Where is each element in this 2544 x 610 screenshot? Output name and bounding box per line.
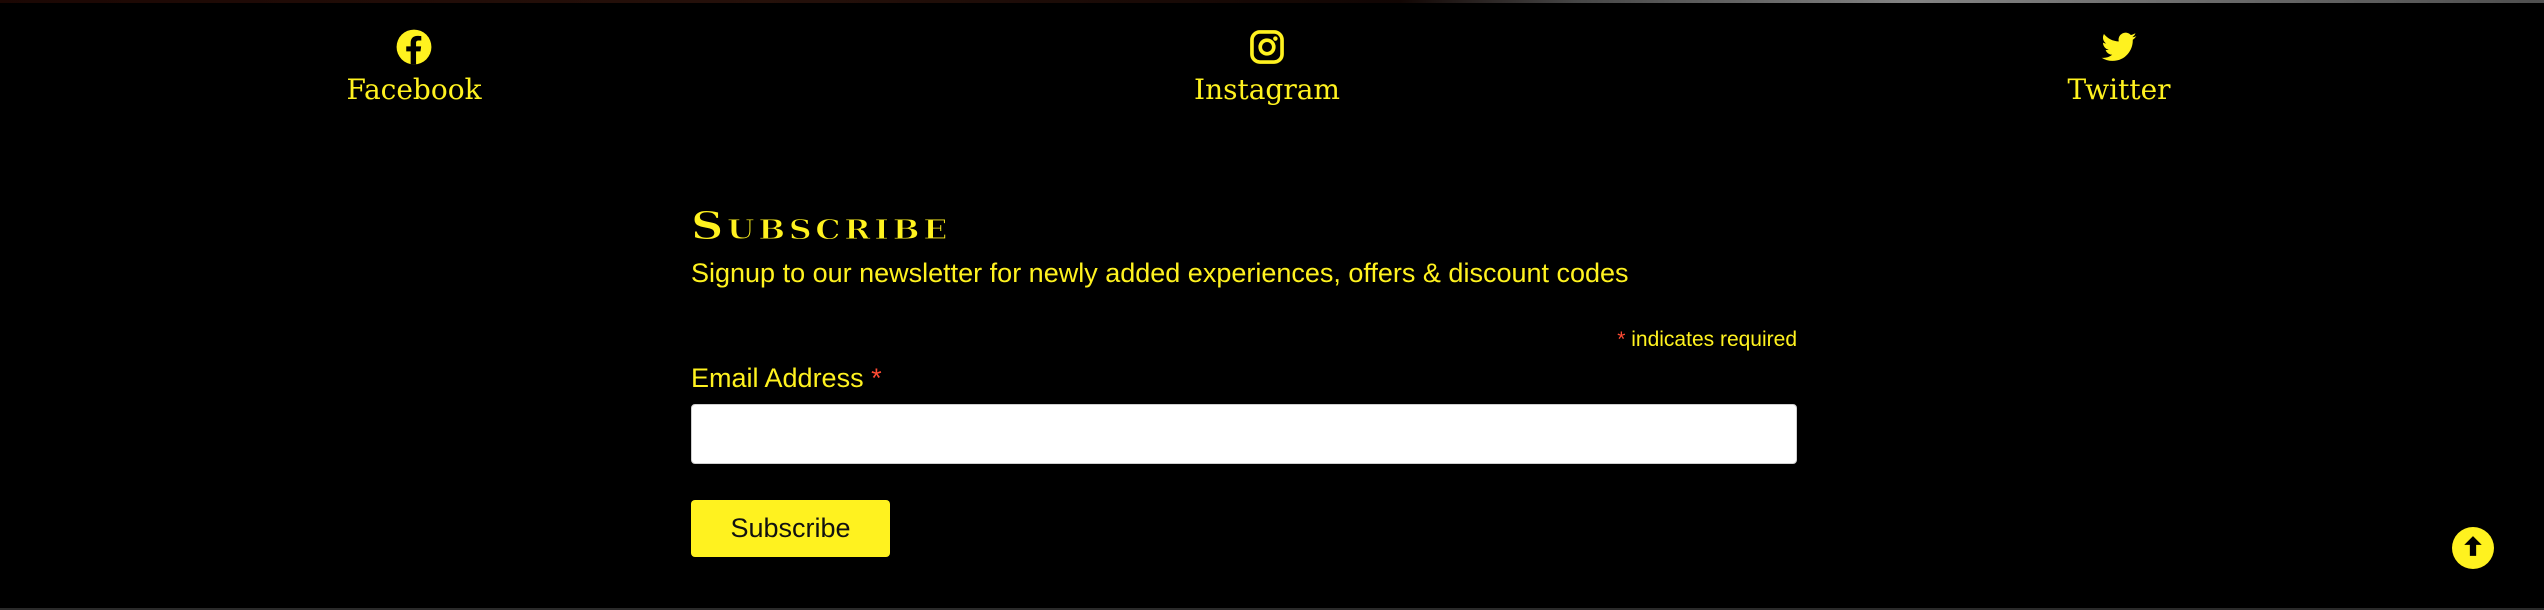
required-asterisk: * xyxy=(1617,328,1626,351)
arrow-up-icon xyxy=(2459,532,2487,565)
twitter-link[interactable]: Twitter xyxy=(1989,28,2249,107)
facebook-label: Facebook xyxy=(346,73,482,106)
instagram-link[interactable]: Instagram xyxy=(1137,28,1397,107)
email-input[interactable] xyxy=(691,404,1797,464)
email-label-text: Email Address xyxy=(691,363,864,393)
email-label: Email Address * xyxy=(691,362,1797,394)
facebook-icon xyxy=(395,28,433,66)
subscribe-title: Subscribe xyxy=(690,203,951,248)
required-note: * indicates required xyxy=(691,328,1797,352)
email-required-asterisk: * xyxy=(871,363,882,393)
scroll-to-top-button[interactable] xyxy=(2452,527,2494,569)
instagram-icon xyxy=(1248,28,1286,66)
page-top-edge xyxy=(0,0,2544,3)
facebook-link[interactable]: Facebook xyxy=(284,28,544,107)
newsletter-subscribe-form: Subscribe Signup to our newsletter for n… xyxy=(690,205,1797,557)
twitter-label: Twitter xyxy=(2067,73,2171,106)
instagram-label: Instagram xyxy=(1194,73,1340,106)
required-note-text: indicates required xyxy=(1631,328,1797,351)
subscribe-button[interactable]: Subscribe xyxy=(691,500,890,557)
twitter-icon xyxy=(2100,28,2138,66)
subscribe-description: Signup to our newsletter for newly added… xyxy=(691,258,1629,288)
